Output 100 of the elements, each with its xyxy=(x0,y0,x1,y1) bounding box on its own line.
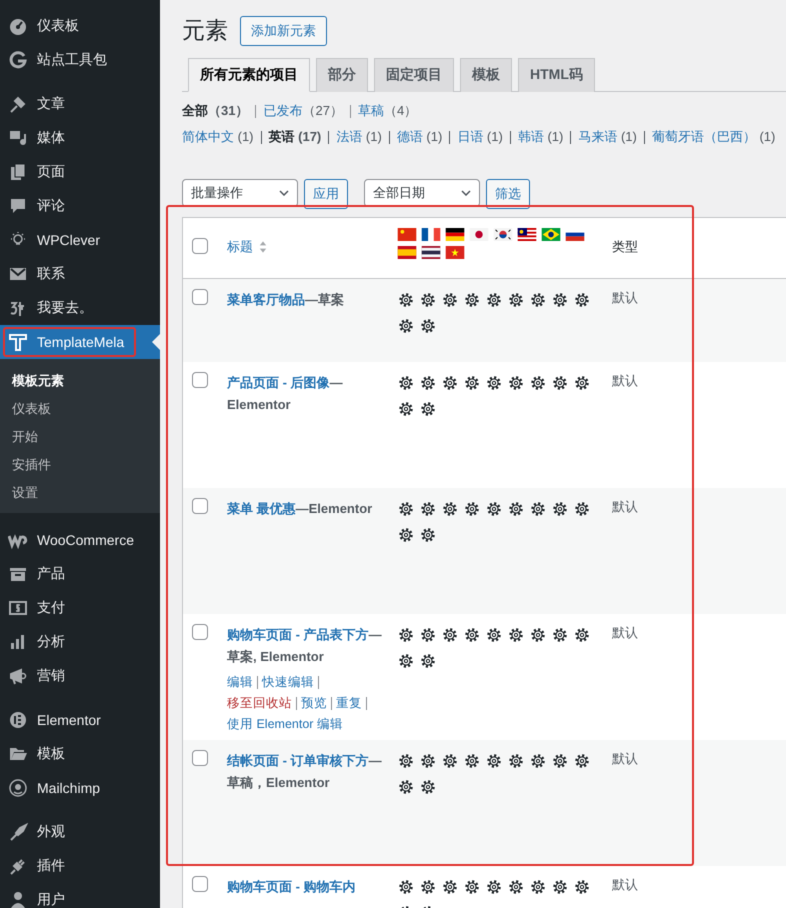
tab[interactable]: 模板 xyxy=(460,58,512,92)
gear-icon[interactable] xyxy=(397,626,415,644)
submenu-item[interactable]: 设置 xyxy=(0,479,160,507)
gear-icon[interactable] xyxy=(507,752,525,770)
sidebar-item[interactable]: 文章 xyxy=(0,87,160,121)
gear-icon[interactable] xyxy=(441,626,459,644)
gear-icon[interactable] xyxy=(507,878,525,896)
row-action-link[interactable]: 编辑 xyxy=(227,675,253,689)
gear-icon[interactable] xyxy=(485,291,503,309)
gear-icon[interactable] xyxy=(419,778,437,796)
gear-icon[interactable] xyxy=(441,374,459,392)
tab[interactable]: HTML码 xyxy=(518,58,595,92)
gear-icon[interactable] xyxy=(419,400,437,418)
row-checkbox[interactable] xyxy=(192,750,208,766)
sidebar-item[interactable]: WooCommerce xyxy=(0,523,160,557)
gear-icon[interactable] xyxy=(485,374,503,392)
gear-icon[interactable] xyxy=(419,752,437,770)
gear-icon[interactable] xyxy=(419,317,437,335)
title-column-header[interactable]: 标题 xyxy=(227,238,253,256)
sidebar-item[interactable]: Mailchimp xyxy=(0,771,160,805)
row-action-link[interactable]: 重复 xyxy=(336,696,362,710)
row-action-link[interactable]: 使用 Elementor 编辑 xyxy=(227,717,343,731)
germany-flag-icon[interactable] xyxy=(445,228,465,241)
gear-icon[interactable] xyxy=(551,752,569,770)
sidebar-item[interactable]: 营销 xyxy=(0,659,160,693)
gear-icon[interactable] xyxy=(551,500,569,518)
language-filter-link[interactable]: 葡萄牙语（巴西） (1) xyxy=(652,128,776,146)
bulk-action-select[interactable]: 批量操作 xyxy=(182,179,298,207)
language-filter-link[interactable]: 日语 (1) xyxy=(457,128,503,146)
language-filter-link[interactable]: 英语 (17) xyxy=(268,128,322,146)
gear-icon[interactable] xyxy=(441,500,459,518)
row-checkbox[interactable] xyxy=(192,624,208,640)
gear-icon[interactable] xyxy=(419,878,437,896)
gear-icon[interactable] xyxy=(397,778,415,796)
gear-icon[interactable] xyxy=(573,752,591,770)
element-title-link[interactable]: 购物车页面 - 购物车内 xyxy=(227,876,383,898)
malaysia-flag-icon[interactable] xyxy=(517,228,537,241)
select-all-checkbox[interactable] xyxy=(192,238,208,254)
gear-icon[interactable] xyxy=(397,500,415,518)
gear-icon[interactable] xyxy=(529,626,547,644)
gear-icon[interactable] xyxy=(573,374,591,392)
language-filter-link[interactable]: 德语 (1) xyxy=(396,128,442,146)
sidebar-item[interactable]: 仪表板 xyxy=(0,9,160,43)
gear-icon[interactable] xyxy=(507,291,525,309)
gear-icon[interactable] xyxy=(419,291,437,309)
submenu-item[interactable]: 仪表板 xyxy=(0,395,160,423)
korea-flag-icon[interactable] xyxy=(493,228,513,241)
gear-icon[interactable] xyxy=(397,291,415,309)
gear-icon[interactable] xyxy=(419,652,437,670)
gear-icon[interactable] xyxy=(419,374,437,392)
row-checkbox[interactable] xyxy=(192,289,208,305)
add-new-button[interactable]: 添加新元素 xyxy=(240,16,327,46)
gear-icon[interactable] xyxy=(463,291,481,309)
gear-icon[interactable] xyxy=(507,500,525,518)
gear-icon[interactable] xyxy=(397,374,415,392)
spain-flag-icon[interactable] xyxy=(397,246,417,259)
sidebar-item[interactable]: 插件 xyxy=(0,849,160,883)
language-filter-link[interactable]: 马来语 (1) xyxy=(578,128,637,146)
gear-icon[interactable] xyxy=(529,291,547,309)
sidebar-item[interactable]: 站点工具包 xyxy=(0,43,160,77)
gear-icon[interactable] xyxy=(441,752,459,770)
sidebar-item[interactable]: 媒体 xyxy=(0,121,160,155)
gear-icon[interactable] xyxy=(551,878,569,896)
row-checkbox[interactable] xyxy=(192,876,208,892)
gear-icon[interactable] xyxy=(463,626,481,644)
sidebar-item[interactable]: 页面 xyxy=(0,155,160,189)
sidebar-item[interactable]: 支付 xyxy=(0,591,160,625)
language-filter-link[interactable]: 简体中文 (1) xyxy=(182,128,254,146)
tab[interactable]: 所有元素的项目 xyxy=(188,58,310,92)
gear-icon[interactable] xyxy=(529,752,547,770)
gear-icon[interactable] xyxy=(485,878,503,896)
gear-icon[interactable] xyxy=(551,626,569,644)
row-action-link[interactable]: 快速编辑 xyxy=(262,675,314,689)
apply-button[interactable]: 应用 xyxy=(304,179,348,209)
vietnam-flag-icon[interactable] xyxy=(445,246,465,259)
gear-icon[interactable] xyxy=(573,878,591,896)
brazil-flag-icon[interactable] xyxy=(541,228,561,241)
element-title-link[interactable]: 菜单客厅物品—草案 xyxy=(227,289,383,311)
gear-icon[interactable] xyxy=(397,400,415,418)
sidebar-item[interactable]: 联系 xyxy=(0,257,160,291)
language-filter-link[interactable]: 法语 (1) xyxy=(336,128,382,146)
gear-icon[interactable] xyxy=(485,500,503,518)
gear-icon[interactable] xyxy=(463,374,481,392)
sidebar-item[interactable]: 外观 xyxy=(0,815,160,849)
status-filter-link[interactable]: 已发布（27） xyxy=(263,102,343,120)
tab[interactable]: 固定项目 xyxy=(374,58,454,92)
gear-icon[interactable] xyxy=(485,626,503,644)
gear-icon[interactable] xyxy=(397,652,415,670)
status-filter-link[interactable]: 草稿（4） xyxy=(358,102,418,120)
submenu-item[interactable]: 开始 xyxy=(0,423,160,451)
gear-icon[interactable] xyxy=(441,878,459,896)
gear-icon[interactable] xyxy=(463,752,481,770)
filter-button[interactable]: 筛选 xyxy=(486,179,530,209)
gear-icon[interactable] xyxy=(419,626,437,644)
france-flag-icon[interactable] xyxy=(421,228,441,241)
japan-flag-icon[interactable] xyxy=(469,228,489,241)
sidebar-item[interactable]: WPClever xyxy=(0,223,160,257)
gear-icon[interactable] xyxy=(397,878,415,896)
china-flag-icon[interactable] xyxy=(397,228,417,241)
sidebar-item[interactable]: 模板 xyxy=(0,737,160,771)
